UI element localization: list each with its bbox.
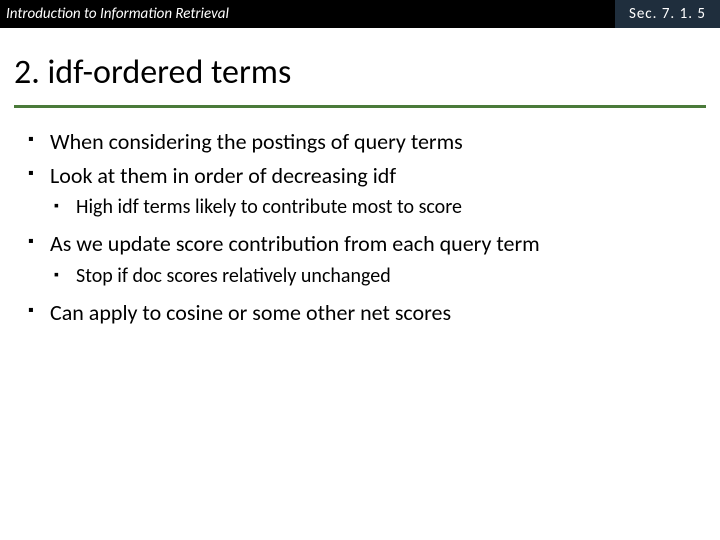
- bullet: Look at them in order of decreasing idf …: [24, 162, 696, 221]
- bullet-text: Can apply to cosine or some other net sc…: [50, 299, 451, 326]
- sub-bullet-text: Stop if doc scores relatively unchanged: [76, 264, 391, 288]
- slide-title: 2. idf-ordered terms: [14, 52, 706, 93]
- sub-bullet-text: High idf terms likely to contribute most…: [76, 195, 462, 219]
- header-section-ref: Sec. 7. 1. 5: [615, 0, 720, 28]
- bullet: As we update score contribution from eac…: [24, 230, 696, 289]
- bullet: Can apply to cosine or some other net sc…: [24, 299, 696, 327]
- bullet-text: As we update score contribution from eac…: [50, 230, 540, 257]
- bullet-text: When considering the postings of query t…: [50, 128, 463, 155]
- sub-bullet: Stop if doc scores relatively unchanged: [50, 264, 696, 289]
- sub-bullet: High idf terms likely to contribute most…: [50, 195, 696, 220]
- header-bar: Introduction to Information Retrieval Se…: [0, 0, 720, 28]
- bullet: When considering the postings of query t…: [24, 128, 696, 156]
- title-wrap: 2. idf-ordered terms: [0, 28, 720, 99]
- slide: Introduction to Information Retrieval Se…: [0, 0, 720, 540]
- slide-body: When considering the postings of query t…: [0, 108, 720, 326]
- bullet-text: Look at them in order of decreasing idf: [50, 162, 396, 189]
- header-course-title: Introduction to Information Retrieval: [0, 5, 229, 23]
